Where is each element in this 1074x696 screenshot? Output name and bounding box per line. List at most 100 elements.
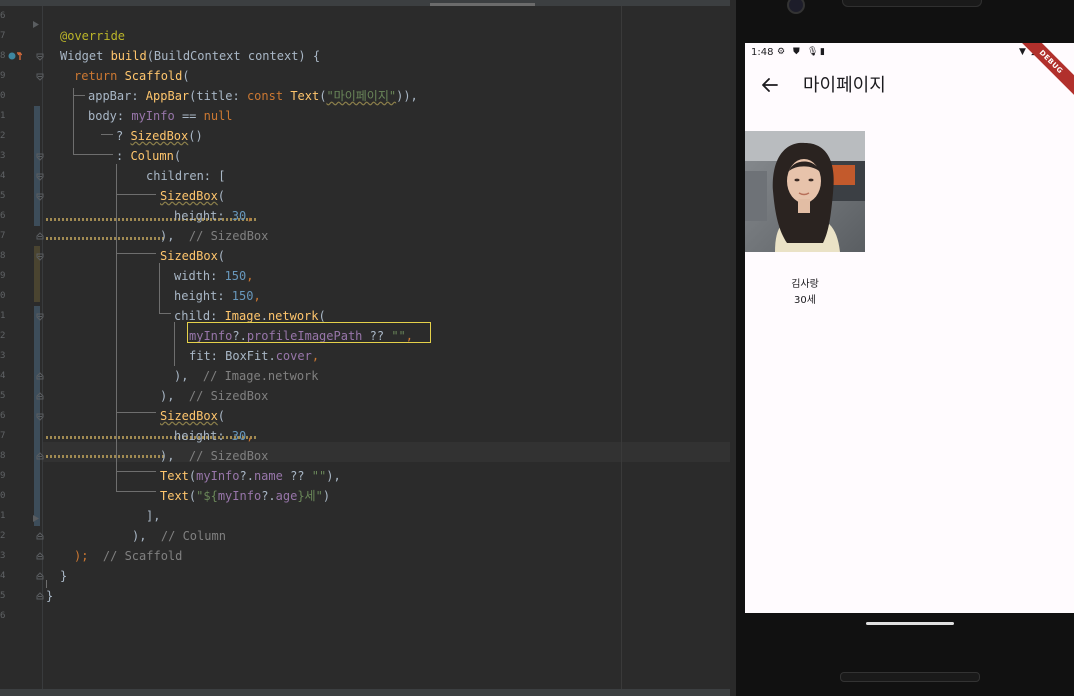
code-token: build: [110, 49, 147, 63]
speaker-grille: [842, 0, 982, 7]
code-token: }: [46, 589, 54, 603]
fold-collapse-icon[interactable]: [36, 192, 44, 201]
outline-guide: [159, 313, 171, 314]
code-line: }: [46, 586, 53, 606]
code-token: (: [173, 149, 182, 163]
code-token: (: [217, 409, 226, 423]
fold-arrow-icon[interactable]: [32, 514, 40, 523]
outline-guide: [101, 134, 113, 135]
wifi-icon: ▼: [1019, 47, 1026, 57]
fold-collapse-icon[interactable]: [36, 52, 44, 61]
fold-collapse-icon[interactable]: [36, 172, 44, 181]
fold-collapse-icon[interactable]: [36, 152, 44, 161]
home-gesture-bar[interactable]: [866, 622, 954, 625]
line-number: 4: [0, 171, 6, 181]
warning-underline: [46, 237, 166, 240]
override-marker-icon[interactable]: [8, 51, 22, 60]
code-token: "마이페이지": [326, 89, 397, 103]
fold-collapse-icon[interactable]: [36, 252, 44, 261]
code-token: ==: [174, 109, 204, 123]
line-number: 0: [0, 91, 6, 101]
fold-expand-end-icon[interactable]: [36, 572, 44, 581]
code-line: @override: [60, 26, 125, 46]
code-token: const: [246, 89, 291, 103]
code-line: appBar: AppBar(title: const Text("마이페이지"…: [88, 86, 418, 106]
outline-guide: [73, 88, 74, 155]
profile-age: 30세: [794, 295, 816, 306]
code-line: ); // Scaffold: [74, 546, 182, 566]
line-number: 1: [0, 311, 6, 321]
code-editor[interactable]: 6 7 8 9 0 1 2 3 4 5 6 7 8 9 0 1 2 3 4 5 …: [0, 0, 730, 696]
code-line: height: 30,: [174, 206, 253, 226]
line-number: 5: [0, 391, 6, 401]
fold-collapse-icon[interactable]: [36, 412, 44, 421]
back-arrow-icon[interactable]: [757, 73, 781, 97]
fold-expand-end-icon[interactable]: [36, 232, 44, 241]
line-number: 5: [0, 591, 6, 601]
code-comment: // Image.network: [188, 369, 319, 383]
code-comment: // Column: [146, 529, 226, 543]
code-token: ],: [146, 509, 161, 523]
code-token: }세": [297, 489, 323, 503]
code-line: SizedBox(: [160, 406, 225, 426]
code-token: ,: [246, 209, 254, 223]
status-bar: [0, 689, 730, 696]
fold-arrow-icon[interactable]: [32, 20, 40, 29]
code-token: null: [203, 109, 233, 123]
outline-guide: [159, 263, 160, 313]
code-line: body: myInfo == null: [88, 106, 233, 126]
line-number: 2: [0, 531, 6, 541]
code-line: : Column(: [116, 146, 181, 166]
line-number: 8: [0, 251, 6, 261]
fold-expand-end-icon[interactable]: [36, 452, 44, 461]
line-number: 1: [0, 511, 6, 521]
line-number: 6: [0, 211, 6, 221]
code-token: ,: [253, 289, 261, 303]
gear-icon: ⚙: [777, 47, 786, 57]
line-number: 1: [0, 111, 6, 121]
fold-expand-end-icon[interactable]: [36, 532, 44, 541]
highlight-box: [187, 322, 431, 343]
fold-expand-end-icon[interactable]: [36, 392, 44, 401]
line-number: 3: [0, 151, 6, 161]
code-token: height:: [174, 209, 232, 223]
code-comment: // Scaffold: [88, 549, 183, 563]
warning-underline: [46, 455, 166, 458]
camera-icon: [787, 0, 805, 14]
code-token: (: [318, 309, 326, 323]
code-line: height: 150,: [174, 286, 261, 306]
code-token: (: [217, 249, 226, 263]
annotation-token: @override: [60, 29, 126, 43]
app-bar: 마이페이지: [745, 65, 1074, 109]
line-number: 6: [0, 611, 6, 621]
code-token: }: [60, 569, 68, 583]
code-token: cover: [275, 349, 312, 363]
active-tab-indicator[interactable]: [430, 3, 535, 6]
line-number: 4: [0, 371, 6, 381]
fold-expand-end-icon[interactable]: [36, 592, 44, 601]
speaker-grille: [840, 672, 980, 682]
code-token: appBar:: [88, 89, 146, 103]
code-token: age: [275, 489, 298, 503]
line-number: 6: [0, 11, 6, 21]
fold-collapse-icon[interactable]: [36, 312, 44, 321]
phone-bezel: [730, 0, 736, 696]
profile-image: [745, 131, 865, 252]
line-number: 6: [0, 411, 6, 421]
code-token: (: [217, 189, 226, 203]
line-number: 8: [0, 451, 6, 461]
code-token: child:: [174, 309, 225, 323]
code-token: myInfo: [131, 109, 175, 123]
line-number: 2: [0, 331, 6, 341]
outline-guide: [174, 322, 175, 366]
line-number: 3: [0, 351, 6, 361]
fold-expand-end-icon[interactable]: [36, 552, 44, 561]
fold-collapse-icon[interactable]: [36, 72, 44, 81]
fold-expand-end-icon[interactable]: [36, 372, 44, 381]
line-number: 0: [0, 491, 6, 501]
code-token: .: [260, 309, 268, 323]
code-token: )),: [396, 89, 418, 103]
code-token: (): [188, 129, 203, 143]
code-token: ,: [246, 429, 254, 443]
code-token: SizedBox: [130, 129, 189, 143]
